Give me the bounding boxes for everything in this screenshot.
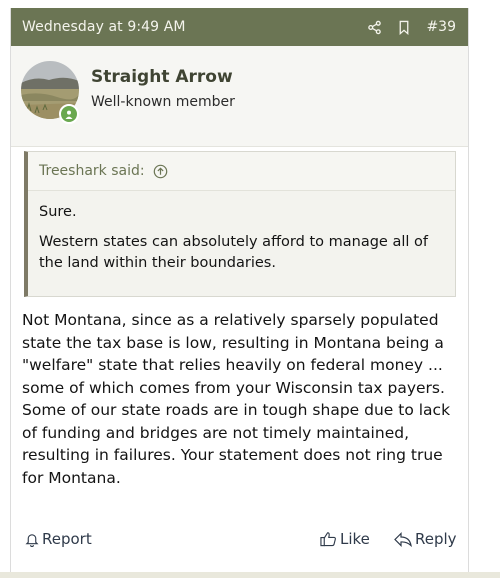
bell-icon	[25, 533, 39, 547]
user-title: Well-known member	[91, 94, 235, 110]
post-message: Not Montana, since as a relatively spars…	[22, 311, 451, 487]
quote-paragraph: Sure.	[39, 204, 77, 220]
quote-attribution[interactable]: Treeshark said:	[28, 152, 455, 191]
reply-arrow-icon	[394, 531, 412, 547]
reply-label[interactable]: Reply	[415, 530, 457, 548]
arrow-up-circle-icon[interactable]	[153, 164, 168, 179]
quote-author[interactable]: Treeshark said:	[39, 163, 145, 179]
like-label[interactable]: Like	[340, 530, 370, 548]
user-info: Straight Arrow Well-known member	[11, 46, 468, 147]
report-label[interactable]: Report	[42, 530, 92, 548]
post-header: Wednesday at 9:49 AM #39	[11, 8, 468, 46]
thumbs-up-icon	[320, 532, 336, 547]
forum-post: Wednesday at 9:49 AM #39 Straight Arrow …	[10, 8, 469, 578]
post-number-link[interactable]: #39	[426, 19, 456, 35]
user-online-icon	[65, 110, 73, 119]
reply-button[interactable]: Reply	[394, 530, 457, 548]
post-actions: Report Like Reply	[11, 526, 468, 556]
quote-content: Sure. Western states can absolutely affo…	[28, 191, 455, 274]
username-link[interactable]: Straight Arrow	[91, 67, 233, 87]
post-timestamp[interactable]: Wednesday at 9:49 AM	[22, 19, 354, 35]
bookmark-icon[interactable]	[394, 17, 414, 37]
like-button[interactable]: Like	[320, 530, 370, 548]
report-button[interactable]: Report	[25, 530, 92, 548]
quote-paragraph: Western states can absolutely afford to …	[39, 234, 428, 271]
quote-block: Treeshark said: Sure. Western states can…	[24, 151, 456, 297]
bottom-divider	[0, 572, 500, 578]
share-icon[interactable]	[364, 17, 384, 37]
online-status-badge	[59, 104, 79, 124]
